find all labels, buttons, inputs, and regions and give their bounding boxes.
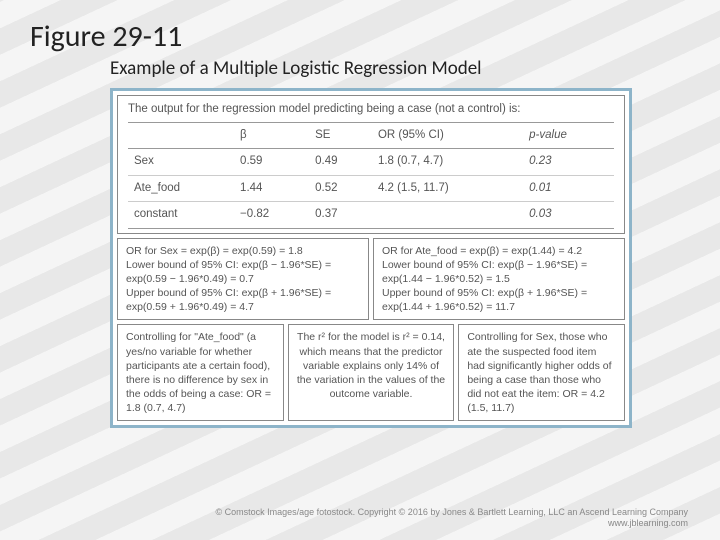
table-header-row: β SE OR (95% CI) p-value bbox=[128, 122, 614, 149]
calc-line: Upper bound of 95% CI: exp(β + 1.96*SE) … bbox=[382, 286, 616, 314]
figure-subtitle: Example of a Multiple Logistic Regressio… bbox=[110, 57, 690, 80]
cell-se: 0.37 bbox=[309, 202, 372, 229]
calc-box-atefood: OR for Ate_food = exp(β) = exp(1.44) = 4… bbox=[373, 238, 625, 321]
regression-table: β SE OR (95% CI) p-value Sex 0.59 0.49 1… bbox=[128, 122, 614, 229]
interp-box-sex: Controlling for "Ate_food" (a yes/no var… bbox=[117, 324, 284, 421]
interp-box-r2: The r² for the model is r² = 0.14, which… bbox=[288, 324, 455, 421]
col-or: OR (95% CI) bbox=[372, 122, 523, 149]
cell-beta: 1.44 bbox=[234, 175, 309, 202]
cell-name: constant bbox=[128, 202, 234, 229]
calc-line: Lower bound of 95% CI: exp(β − 1.96*SE) … bbox=[382, 258, 616, 286]
cell-or bbox=[372, 202, 523, 229]
calc-line: Upper bound of 95% CI: exp(β + 1.96*SE) … bbox=[126, 286, 360, 314]
cell-p: 0.23 bbox=[523, 149, 614, 176]
copyright-line: © Comstock Images/age fotostock. Copyrig… bbox=[215, 507, 688, 519]
intro-text: The output for the regression model pred… bbox=[128, 103, 521, 115]
intro-text-box: The output for the regression model pred… bbox=[117, 95, 625, 234]
interp-box-atefood: Controlling for Sex, those who ate the s… bbox=[458, 324, 625, 421]
col-beta: β bbox=[234, 122, 309, 149]
cell-or: 4.2 (1.5, 11.7) bbox=[372, 175, 523, 202]
cell-p: 0.01 bbox=[523, 175, 614, 202]
cell-p: 0.03 bbox=[523, 202, 614, 229]
copyright-url: www.jblearning.com bbox=[215, 518, 688, 530]
col-pvalue: p-value bbox=[523, 122, 614, 149]
col-se: SE bbox=[309, 122, 372, 149]
interpretation-row: Controlling for "Ate_food" (a yes/no var… bbox=[117, 324, 625, 421]
table-row: Sex 0.59 0.49 1.8 (0.7, 4.7) 0.23 bbox=[128, 149, 614, 176]
calc-box-sex: OR for Sex = exp(β) = exp(0.59) = 1.8 Lo… bbox=[117, 238, 369, 321]
col-blank bbox=[128, 122, 234, 149]
cell-name: Sex bbox=[128, 149, 234, 176]
calc-line: OR for Sex = exp(β) = exp(0.59) = 1.8 bbox=[126, 244, 360, 258]
calc-line: Lower bound of 95% CI: exp(β − 1.96*SE) … bbox=[126, 258, 360, 286]
table-row: constant −0.82 0.37 0.03 bbox=[128, 202, 614, 229]
cell-or: 1.8 (0.7, 4.7) bbox=[372, 149, 523, 176]
cell-se: 0.49 bbox=[309, 149, 372, 176]
cell-beta: 0.59 bbox=[234, 149, 309, 176]
calc-line: OR for Ate_food = exp(β) = exp(1.44) = 4… bbox=[382, 244, 616, 258]
copyright-block: © Comstock Images/age fotostock. Copyrig… bbox=[215, 507, 688, 530]
cell-se: 0.52 bbox=[309, 175, 372, 202]
figure-label: Figure 29-11 bbox=[30, 18, 690, 55]
calculation-row: OR for Sex = exp(β) = exp(0.59) = 1.8 Lo… bbox=[117, 238, 625, 321]
table-row: Ate_food 1.44 0.52 4.2 (1.5, 11.7) 0.01 bbox=[128, 175, 614, 202]
example-panel: The output for the regression model pred… bbox=[110, 88, 632, 428]
cell-name: Ate_food bbox=[128, 175, 234, 202]
cell-beta: −0.82 bbox=[234, 202, 309, 229]
